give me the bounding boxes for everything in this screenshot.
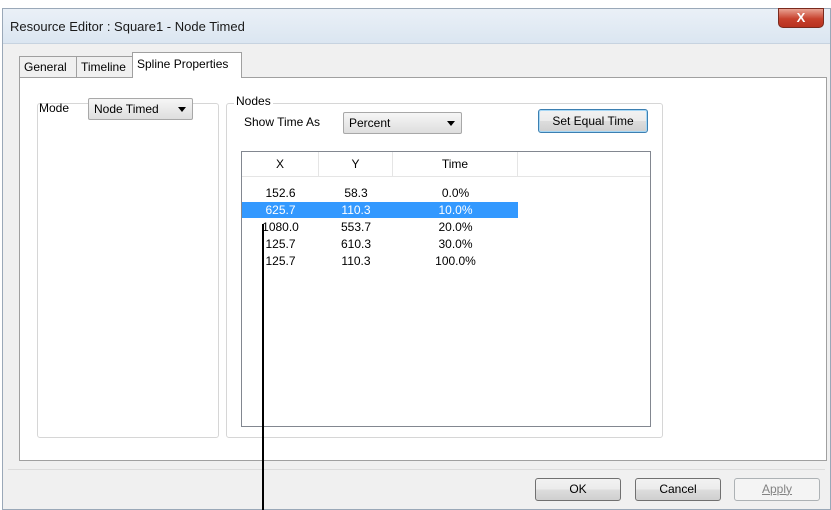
tab-general[interactable]: General [19, 56, 77, 77]
apply-label: Apply [761, 482, 793, 496]
nodes-list[interactable]: X Y Time 152.6 58.3 0.0% 625.7 110.3 10.… [241, 151, 651, 427]
tab-label: Spline Properties [137, 57, 229, 71]
cell-y: 610.3 [340, 237, 372, 251]
apply-button[interactable]: Apply [734, 478, 820, 501]
table-row[interactable]: 152.6 58.3 0.0% [242, 185, 518, 201]
tab-spline-properties[interactable]: Spline Properties [132, 52, 242, 78]
footer-separator [8, 469, 825, 470]
cell-y: 58.3 [344, 186, 368, 200]
mode-dropdown[interactable]: Node Timed [88, 98, 193, 120]
tab-label: General [24, 60, 67, 74]
cell-x: 125.7 [265, 237, 296, 251]
tab-label: Timeline [81, 60, 126, 74]
set-equal-time-label: Set Equal Time [552, 114, 634, 128]
table-row-selected[interactable]: 625.7 110.3 10.0% [242, 202, 518, 218]
cell-y: 553.7 [340, 220, 372, 234]
cancel-button[interactable]: Cancel [635, 478, 721, 501]
close-button[interactable]: X [778, 8, 824, 28]
cell-time: 30.0% [438, 237, 473, 251]
column-header-label: X [275, 157, 284, 171]
cell-time: 100.0% [435, 254, 476, 268]
mode-panel [37, 103, 219, 438]
table-row[interactable]: 1080.0 553.7 20.0% [242, 219, 518, 235]
ok-label: OK [569, 482, 587, 496]
cell-time: 10.0% [438, 203, 473, 217]
mode-label: Mode [39, 101, 70, 115]
annotation-pointer-line [262, 224, 264, 510]
set-equal-time-button[interactable]: Set Equal Time [538, 109, 648, 133]
show-time-label: Show Time As [244, 115, 321, 129]
resource-editor-window: Resource Editor : Square1 - Node Timed X… [2, 8, 831, 510]
cell-time: 0.0% [441, 186, 470, 200]
show-time-dropdown[interactable]: Percent [343, 112, 462, 134]
cell-x: 152.6 [265, 186, 296, 200]
cell-y: 110.3 [341, 203, 371, 217]
show-time-value: Percent [349, 116, 391, 130]
tab-timeline[interactable]: Timeline [76, 56, 133, 77]
cell-y: 110.3 [341, 254, 371, 268]
spline-properties-panel: Mode Node Timed Nodes Show Time As Perce… [19, 77, 827, 461]
title-bar[interactable]: Resource Editor : Square1 - Node Timed X [3, 8, 830, 44]
chevron-down-icon [178, 107, 186, 112]
column-header-y[interactable]: Y [319, 152, 393, 176]
mode-value: Node Timed [94, 102, 159, 116]
nodes-legend: Nodes [234, 94, 273, 108]
window-title: Resource Editor : Square1 - Node Timed [10, 19, 245, 34]
cancel-label: Cancel [659, 482, 697, 496]
chevron-down-icon [447, 121, 455, 126]
ok-button[interactable]: OK [535, 478, 621, 501]
cell-x: 1080.0 [262, 220, 299, 234]
cell-x: 125.7 [265, 254, 296, 268]
close-icon: X [796, 10, 806, 25]
table-row[interactable]: 125.7 110.3 100.0% [242, 253, 518, 269]
cell-x: 625.7 [265, 203, 296, 217]
dialog-body: General Timeline Spline Properties Mode … [8, 47, 827, 505]
column-header-x[interactable]: X [242, 152, 319, 176]
table-row[interactable]: 125.7 610.3 30.0% [242, 236, 518, 252]
cell-time: 20.0% [438, 220, 473, 234]
column-header-label: Time [441, 157, 469, 171]
column-header-label: Y [351, 157, 360, 171]
list-header: X Y Time [242, 152, 650, 177]
column-header-time[interactable]: Time [393, 152, 518, 176]
